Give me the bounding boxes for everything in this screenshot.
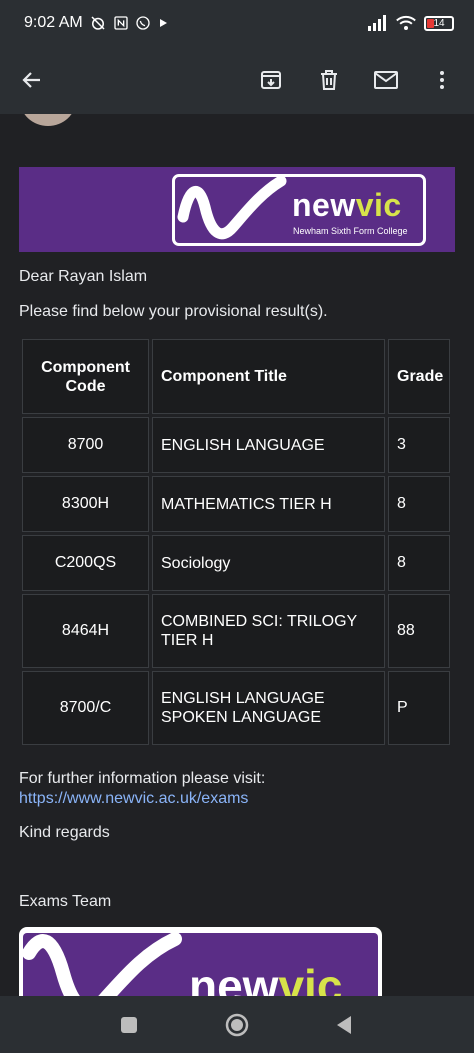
cell-title: Sociology xyxy=(152,535,385,591)
table-row: 8300H MATHEMATICS TIER H 8 xyxy=(22,476,450,532)
cell-code: 8300H xyxy=(22,476,149,532)
newvic-swoosh-logo xyxy=(23,933,182,996)
further-info-text: For further information please visit: xyxy=(19,770,266,787)
nfc-icon xyxy=(114,16,128,30)
newvic-footer-logo: newvic xyxy=(19,927,382,996)
circle-home-icon xyxy=(225,1013,249,1036)
cell-title: MATHEMATICS TIER H xyxy=(152,476,385,532)
home-button[interactable] xyxy=(213,996,261,1053)
results-table: Component Code Component Title Grade 870… xyxy=(19,336,453,748)
brand-part1: new xyxy=(292,187,356,223)
cell-grade: 88 xyxy=(388,594,450,668)
cell-code: 8700 xyxy=(22,417,149,473)
cell-grade: 8 xyxy=(388,476,450,532)
regards-text: Kind regards xyxy=(19,824,110,841)
play-icon xyxy=(159,19,167,27)
brand-part1: new xyxy=(189,960,279,996)
signal-icon xyxy=(368,15,386,31)
mark-unread-button[interactable] xyxy=(364,46,408,114)
delete-button[interactable] xyxy=(307,46,351,114)
cell-code: 8700/C xyxy=(22,671,149,745)
cell-title: COMBINED SCI: TRILOGY TIER H xyxy=(152,594,385,668)
email-body: newvic Newham Sixth Form College Dear Ra… xyxy=(0,114,474,996)
sender-avatar[interactable] xyxy=(20,114,76,126)
table-header-row: Component Code Component Title Grade xyxy=(22,339,450,414)
more-vertical-icon xyxy=(440,71,444,89)
triangle-back-icon xyxy=(337,1015,351,1034)
trash-icon xyxy=(321,70,337,90)
greeting: Dear Rayan Islam xyxy=(19,268,148,285)
status-bar: 9:02 AM 14 xyxy=(0,0,474,46)
archive-icon xyxy=(261,71,281,89)
newvic-logo: newvic Newham Sixth Form College xyxy=(172,174,426,246)
table-row: 8464H COMBINED SCI: TRILOGY TIER H 88 xyxy=(22,594,450,668)
header-component-code: Component Code xyxy=(22,339,149,414)
cell-code: 8464H xyxy=(22,594,149,668)
newvic-swoosh-logo xyxy=(177,177,287,240)
wifi-icon xyxy=(396,15,416,30)
whatsapp-icon xyxy=(136,16,150,30)
cell-title: ENGLISH LANGUAGE SPOKEN LANGUAGE xyxy=(152,671,385,745)
cell-code: C200QS xyxy=(22,535,149,591)
battery-icon: 14 xyxy=(424,15,454,31)
table-row: 8700 ENGLISH LANGUAGE 3 xyxy=(22,417,450,473)
newvic-wordmark: newvic xyxy=(292,187,402,224)
table-row: 8700/C ENGLISH LANGUAGE SPOKEN LANGUAGE … xyxy=(22,671,450,745)
alarm-off-icon xyxy=(91,16,105,30)
cell-grade: P xyxy=(388,671,450,745)
email-toolbar xyxy=(0,46,474,114)
newvic-subtitle: Newham Sixth Form College xyxy=(293,226,408,236)
more-options-button[interactable] xyxy=(420,46,464,114)
back-button[interactable] xyxy=(10,46,54,114)
cell-grade: 8 xyxy=(388,535,450,591)
newvic-banner: newvic Newham Sixth Form College xyxy=(19,167,455,252)
arrow-left-icon xyxy=(22,72,40,88)
square-icon xyxy=(121,1016,137,1033)
back-nav-button[interactable] xyxy=(320,996,368,1053)
mail-icon xyxy=(374,71,398,89)
table-row: C200QS Sociology 8 xyxy=(22,535,450,591)
exams-link[interactable]: https://www.newvic.ac.uk/exams xyxy=(19,790,248,808)
cell-grade: 3 xyxy=(388,417,450,473)
archive-button[interactable] xyxy=(249,46,293,114)
battery-level: 14 xyxy=(433,17,445,29)
recents-button[interactable] xyxy=(105,996,153,1053)
intro-text: Please find below your provisional resul… xyxy=(19,303,328,320)
status-notification-icons xyxy=(89,14,169,32)
brand-part2: vic xyxy=(278,960,343,996)
brand-part2: vic xyxy=(355,187,402,223)
status-time: 9:02 AM xyxy=(24,14,83,31)
footer-wordmark: newvic xyxy=(189,959,342,996)
header-grade: Grade xyxy=(388,339,450,414)
signature-text: Exams Team xyxy=(19,893,112,910)
cell-title: ENGLISH LANGUAGE xyxy=(152,417,385,473)
system-nav-bar xyxy=(0,996,474,1053)
header-component-title: Component Title xyxy=(152,339,385,414)
